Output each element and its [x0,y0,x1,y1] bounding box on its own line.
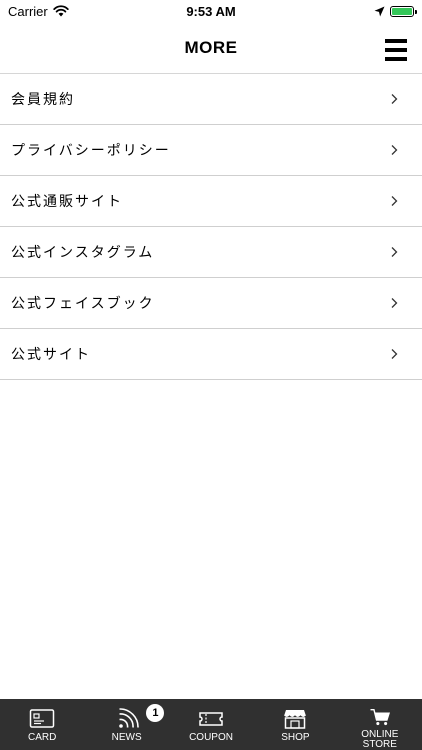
wifi-icon [53,5,69,17]
menu-item-label: プライバシーポリシー [11,143,171,159]
menu-item-official-site[interactable]: 公式サイト [0,329,422,380]
hamburger-icon-bar [385,57,407,61]
ticket-icon [199,712,223,726]
card-icon [29,709,55,728]
menu-item-label: 公式通販サイト [11,194,123,210]
status-bar: Carrier 9:53 AM [0,0,422,22]
chevron-right-icon [391,196,398,206]
cart-icon [370,709,390,726]
tab-online-store-label: ONLINE STORE [361,729,399,750]
tab-news[interactable]: NEWS 1 [84,699,168,750]
hamburger-icon-bar [385,39,407,43]
tab-shop[interactable]: SHOP [253,699,337,750]
location-arrow-icon [374,6,385,16]
chevron-right-icon [391,349,398,359]
tab-card-label: CARD [28,732,57,743]
menu-item-official-instagram[interactable]: 公式インスタグラム [0,227,422,278]
rss-icon [118,708,139,728]
chevron-right-icon [391,94,398,104]
hamburger-menu-button[interactable] [385,39,407,61]
status-left: Carrier [8,4,69,19]
tab-news-label: NEWS [111,732,142,743]
chevron-right-icon [391,247,398,257]
menu-item-membership-terms[interactable]: 会員規約 [0,74,422,125]
menu-item-label: 公式サイト [11,347,91,363]
tab-card[interactable]: CARD [0,699,84,750]
menu-item-label: 公式フェイスブック [11,296,155,312]
menu-item-official-facebook[interactable]: 公式フェイスブック [0,278,422,329]
menu-item-privacy-policy[interactable]: プライバシーポリシー [0,125,422,176]
bottom-tab-bar: CARD NEWS 1 COUPON SHOP ONLINE STORE [0,699,422,750]
page-title: MORE [184,37,238,57]
chevron-right-icon [391,298,398,308]
nav-header: MORE [0,22,422,74]
carrier-label: Carrier [8,3,48,19]
battery-icon [390,5,417,17]
news-count-badge: 1 [146,704,165,722]
tab-coupon-label: COUPON [189,732,233,743]
status-right [374,5,417,17]
chevron-right-icon [391,145,398,155]
menu-item-official-online-shop[interactable]: 公式通販サイト [0,176,422,227]
more-menu-list: 会員規約 プライバシーポリシー 公式通販サイト 公式インスタグラム 公式フェイス… [0,74,422,380]
hamburger-icon-bar [385,48,407,52]
battery-level [392,7,412,15]
tab-online-store[interactable]: ONLINE STORE [338,699,422,750]
menu-item-label: 会員規約 [11,92,75,108]
tab-coupon[interactable]: COUPON [169,699,253,750]
store-icon [284,710,307,729]
menu-item-label: 公式インスタグラム [11,245,155,261]
tab-shop-label: SHOP [281,732,310,743]
